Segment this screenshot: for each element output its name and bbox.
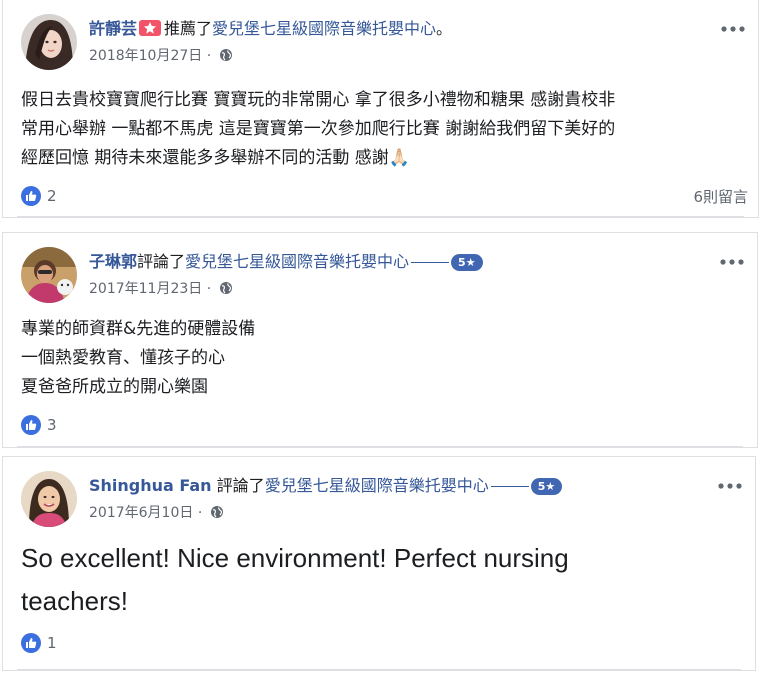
- rating-badge: 5★: [451, 254, 483, 271]
- like-count: 2: [47, 187, 57, 205]
- body-line: 夏爸爸所成立的開心樂園: [21, 377, 208, 397]
- reaction-summary[interactable]: 2: [21, 186, 57, 206]
- trailing-punct: 。: [436, 19, 453, 38]
- author-name[interactable]: 子琳郭: [89, 252, 137, 271]
- date-separator: ·: [197, 505, 203, 521]
- body-line: 一個熱愛教育、懂孩子的心: [21, 348, 225, 368]
- reaction-summary[interactable]: 1: [21, 633, 57, 653]
- review-card: 許靜芸 推薦了愛兒堡七星級國際音樂托嬰中心。 2018年10月27日 · 假日去貴…: [2, 0, 759, 218]
- review-card: 子琳郭評論了愛兒堡七星級國際音樂托嬰中心 5★ 2017年11月23日 · 專業的…: [2, 232, 758, 448]
- more-options-icon[interactable]: [717, 477, 743, 489]
- post-body: 專業的師資群&先進的硬體設備 一個熱愛教育、懂孩子的心 夏爸爸所成立的開心樂園: [21, 315, 741, 402]
- more-options-icon[interactable]: [719, 253, 745, 265]
- like-thumb-icon: [21, 633, 41, 653]
- post-meta: 2017年6月10日 ·: [89, 503, 224, 525]
- reaction-summary[interactable]: 3: [21, 415, 57, 435]
- globe-icon: [210, 505, 224, 525]
- action-verb: 評論了: [216, 476, 265, 495]
- like-count: 3: [47, 416, 57, 434]
- rating-connector: [490, 486, 529, 487]
- post-header: Shinghua Fan 評論了愛兒堡七星級國際音樂托嬰中心 5★: [89, 475, 563, 497]
- post-date[interactable]: 2017年6月10日: [89, 505, 193, 521]
- post-body: So excellent! Nice environment! Perfect …: [21, 537, 741, 623]
- globe-icon: [219, 48, 233, 68]
- post-date[interactable]: 2018年10月27日: [89, 48, 202, 64]
- like-count: 1: [47, 634, 57, 652]
- like-thumb-icon: [21, 415, 41, 435]
- body-line: 經歷回憶 期待未來還能多多舉辦不同的活動 感謝🙏🏻: [21, 148, 410, 168]
- rating-connector: [411, 262, 450, 263]
- globe-icon: [219, 281, 233, 301]
- body-line: teachers!: [21, 586, 128, 616]
- recommend-star-icon: [139, 20, 162, 36]
- card-divider: [17, 446, 743, 447]
- post-date[interactable]: 2017年11月23日: [89, 281, 202, 297]
- body-line: 假日去貴校寶寶爬行比賽 寶寶玩的非常開心 拿了很多小禮物和糖果 感謝貴校非: [21, 90, 616, 110]
- card-divider: [17, 216, 744, 217]
- page-name-link[interactable]: 愛兒堡七星級國際音樂托嬰中心: [185, 252, 409, 271]
- post-header: 子琳郭評論了愛兒堡七星級國際音樂托嬰中心 5★: [89, 251, 483, 273]
- post-header: 許靜芸 推薦了愛兒堡七星級國際音樂托嬰中心。: [89, 18, 452, 40]
- body-line: So excellent! Nice environment! Perfect …: [21, 543, 569, 573]
- action-verb: 評論了: [137, 252, 186, 271]
- body-line: 專業的師資群&先進的硬體設備: [21, 319, 256, 339]
- post-body: 假日去貴校寶寶爬行比賽 寶寶玩的非常開心 拿了很多小禮物和糖果 感謝貴校非 常用…: [21, 86, 751, 173]
- action-verb: 推薦了: [164, 19, 213, 38]
- author-name[interactable]: Shinghua Fan: [89, 476, 212, 495]
- author-name[interactable]: 許靜芸: [89, 19, 137, 38]
- page-name-link[interactable]: 愛兒堡七星級國際音樂托嬰中心: [212, 19, 436, 38]
- more-options-icon[interactable]: [720, 20, 746, 32]
- date-separator: ·: [206, 281, 212, 297]
- body-line: 常用心舉辦 一點都不馬虎 這是寶寶第一次參加爬行比賽 謝謝給我們留下美好的: [21, 119, 616, 139]
- author-avatar[interactable]: [21, 471, 77, 527]
- like-thumb-icon: [21, 186, 41, 206]
- author-avatar[interactable]: [21, 14, 77, 70]
- card-divider: [17, 669, 741, 670]
- page-name-link[interactable]: 愛兒堡七星級國際音樂托嬰中心: [265, 476, 489, 495]
- comments-count[interactable]: 6則留言: [693, 186, 748, 207]
- author-avatar[interactable]: [21, 247, 77, 303]
- review-card: Shinghua Fan 評論了愛兒堡七星級國際音樂托嬰中心 5★ 2017年6月…: [2, 456, 756, 671]
- rating-badge: 5★: [530, 478, 563, 495]
- post-meta: 2018年10月27日 ·: [89, 46, 233, 68]
- date-separator: ·: [206, 48, 212, 64]
- post-meta: 2017年11月23日 ·: [89, 279, 233, 301]
